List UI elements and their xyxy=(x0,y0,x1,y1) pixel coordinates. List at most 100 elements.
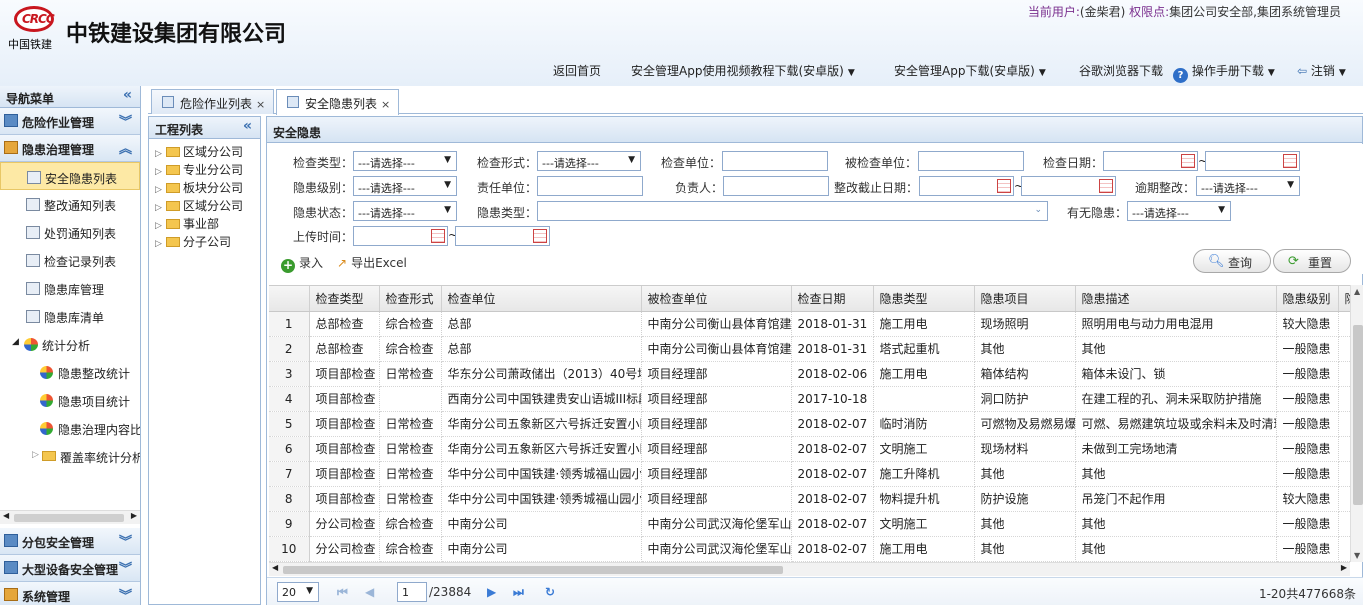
sidebar-hscrollbar[interactable]: ◀ ▶ xyxy=(0,510,140,524)
tab-hazard-list[interactable]: 安全隐患列表 × xyxy=(276,89,400,115)
col-header[interactable]: 隐 xyxy=(1338,286,1350,312)
reset-button[interactable]: ⟳ 重置 xyxy=(1273,249,1351,273)
page-size-select[interactable]: 20 ▼ xyxy=(277,582,319,602)
col-header[interactable]: 隐患描述 xyxy=(1075,286,1277,312)
nav-manual-menu[interactable]: ? 操作手册下载 ▼ xyxy=(1173,62,1275,83)
table-hscrollbar[interactable]: ◀ ▶ xyxy=(269,562,1350,576)
checked-unit-input[interactable] xyxy=(918,151,1024,171)
tree-title: 工程列表 xyxy=(155,123,204,137)
sidebar-item-rectify-notice[interactable]: 整改通知列表 xyxy=(0,190,140,218)
sidebar-item-rectify-stats[interactable]: 隐患整改统计 xyxy=(0,358,140,386)
col-header[interactable]: 检查日期 xyxy=(791,286,874,312)
refresh-icon[interactable]: ↻ xyxy=(545,585,555,599)
tree-node[interactable]: ▷ 区域分公司 xyxy=(149,143,260,161)
upload-time-from[interactable] xyxy=(353,226,448,246)
scroll-thumb[interactable] xyxy=(14,514,124,522)
sidebar-group-hazard[interactable]: 隐患治理管理 ︽ xyxy=(0,135,140,162)
nav-home-link[interactable]: 返回首页 xyxy=(553,62,601,79)
close-icon[interactable]: × xyxy=(381,98,390,111)
sidebar-group-danger-work[interactable]: 危险作业管理 ︾ xyxy=(0,108,140,135)
tree-node[interactable]: ▷ 区域分公司 xyxy=(149,197,260,215)
hazard-type-combo[interactable]: ⌄ xyxy=(537,201,1048,221)
deadline-to[interactable] xyxy=(1021,176,1116,196)
resp-unit-input[interactable] xyxy=(537,176,643,196)
last-page-icon[interactable]: ⏭ xyxy=(513,585,524,600)
table-row[interactable]: 6 项目部检查 日常检查 华南分公司五象新区六号拆迁安置小区 项目经理部 2018-02-… xyxy=(269,436,1350,462)
check-date-from[interactable] xyxy=(1103,151,1198,171)
table-cell: 华东分公司萧政储出（2013）40号地 xyxy=(441,361,642,387)
nav-logout-menu[interactable]: ⇦ 注销 ▼ xyxy=(1297,62,1346,79)
calendar-icon[interactable] xyxy=(1283,154,1297,168)
col-header[interactable]: 隐患项目 xyxy=(974,286,1076,312)
sidebar-item-stats[interactable]: ◢ 统计分析 xyxy=(0,330,140,358)
scroll-thumb[interactable] xyxy=(1353,325,1363,505)
next-page-icon[interactable]: ▶ xyxy=(487,585,496,599)
table-cell: 照明用电与动力用电混用 xyxy=(1075,311,1277,337)
collapse-icon[interactable]: « xyxy=(243,118,252,134)
tab-danger-work[interactable]: 危险作业列表 × xyxy=(151,89,275,114)
sidebar-group-subcontract[interactable]: 分包安全管理 ︾ xyxy=(0,528,140,555)
table-vscrollbar[interactable]: ▲ ▼ xyxy=(1350,285,1363,562)
table-row[interactable]: 8 项目部检查 日常检查 华中分公司中国铁建·领秀城福山园小区 项目经理部 2018-02… xyxy=(269,486,1350,512)
col-header[interactable]: 检查形式 xyxy=(379,286,442,312)
table-row[interactable]: 2 总部检查 综合检查 总部 中南分公司衡山县体育馆建 2018-01-31 塔式起重机 其他… xyxy=(269,336,1350,362)
calendar-icon[interactable] xyxy=(533,229,547,243)
level-select[interactable]: ---请选择--- ▼ xyxy=(353,176,457,196)
nav-video-menu[interactable]: 安全管理App使用视频教程下载(安卓版) ▼ xyxy=(631,62,855,79)
overdue-select[interactable]: ---请选择--- ▼ xyxy=(1196,176,1300,196)
check-type-select[interactable]: ---请选择--- ▼ xyxy=(353,151,457,171)
export-button[interactable]: ↗ 导出Excel xyxy=(337,254,407,271)
deadline-from[interactable] xyxy=(919,176,1014,196)
col-header[interactable]: 隐患级别 xyxy=(1276,286,1339,312)
sidebar-item-coverage[interactable]: ▷ 覆盖率统计分析 xyxy=(0,442,140,470)
query-button[interactable]: 🔍︎ 查询 xyxy=(1193,249,1271,273)
table-row[interactable]: 4 项目部检查 西南分公司中国铁建贵安山语城III标段 项目经理部 2017-10-18… xyxy=(269,386,1350,412)
tree-node[interactable]: ▷ 专业分公司 xyxy=(149,161,260,179)
status-select[interactable]: ---请选择--- ▼ xyxy=(353,201,457,221)
table-row[interactable]: 5 项目部检查 日常检查 华南分公司五象新区六号拆迁安置小区 项目经理部 2018-02-… xyxy=(269,411,1350,437)
sidebar-group-system[interactable]: 系统管理 ︾ xyxy=(0,582,140,605)
table-row[interactable]: 9 分公司检查 综合检查 中南分公司 中南分公司武汉海伦堡军山 2018-02-07 文明施… xyxy=(269,511,1350,537)
table-row[interactable]: 7 项目部检查 日常检查 华中分公司中国铁建·领秀城福山园小区 项目经理部 2018-02… xyxy=(269,461,1350,487)
row-number: 5 xyxy=(269,411,310,437)
tree-node[interactable]: ▷ 板块分公司 xyxy=(149,179,260,197)
sidebar-item-check-record[interactable]: 检查记录列表 xyxy=(0,246,140,274)
table-cell: 施工用电 xyxy=(873,361,975,387)
page-number-input[interactable]: 1 xyxy=(397,582,427,602)
collapse-icon[interactable]: « xyxy=(123,87,132,103)
nav-app-menu[interactable]: 安全管理App下载(安卓版) ▼ xyxy=(894,62,1046,79)
calendar-icon[interactable] xyxy=(1099,179,1113,193)
col-header[interactable]: 隐患类型 xyxy=(873,286,975,312)
col-header[interactable]: 被检查单位 xyxy=(641,286,792,312)
check-form-select[interactable]: ---请选择--- ▼ xyxy=(537,151,641,171)
add-button[interactable]: + 录入 xyxy=(281,254,323,273)
check-date-to[interactable] xyxy=(1205,151,1300,171)
calendar-icon[interactable] xyxy=(431,229,445,243)
has-hazard-select[interactable]: ---请选择--- ▼ xyxy=(1127,201,1231,221)
table-row[interactable]: 1 总部检查 综合检查 总部 中南分公司衡山县体育馆建 2018-01-31 施工用电 现场照… xyxy=(269,311,1350,337)
sidebar-item-penalty-notice[interactable]: 处罚通知列表 xyxy=(0,218,140,246)
close-icon[interactable]: × xyxy=(256,98,265,111)
sidebar-item-hazard-lib-list[interactable]: 隐患库清单 xyxy=(0,302,140,330)
first-page-icon[interactable]: ⏮ xyxy=(337,585,348,600)
calendar-icon[interactable] xyxy=(1181,154,1195,168)
sidebar-item-hazard-lib[interactable]: 隐患库管理 xyxy=(0,274,140,302)
check-unit-input[interactable] xyxy=(722,151,828,171)
upload-time-to[interactable] xyxy=(455,226,550,246)
table-row[interactable]: 3 项目部检查 日常检查 华东分公司萧政储出（2013）40号地 项目经理部 2018-0… xyxy=(269,361,1350,387)
prev-page-icon[interactable]: ◀ xyxy=(365,585,374,599)
tree-node[interactable]: ▷ 事业部 xyxy=(149,215,260,233)
scroll-thumb[interactable] xyxy=(283,566,783,574)
col-header[interactable]: 检查单位 xyxy=(441,286,642,312)
calendar-icon[interactable] xyxy=(997,179,1011,193)
table-row[interactable]: 10 分公司检查 综合检查 中南分公司 中南分公司武汉海伦堡军山 2018-02-07 施工… xyxy=(269,536,1350,562)
tree-node[interactable]: ▷ 分子公司 xyxy=(149,233,260,251)
col-header[interactable]: 检查类型 xyxy=(309,286,380,312)
item-label: 隐患项目统计 xyxy=(58,395,131,409)
sidebar-item-content-ratio[interactable]: 隐患治理内容比 xyxy=(0,414,140,442)
sidebar-item-project-stats[interactable]: 隐患项目统计 xyxy=(0,386,140,414)
nav-chrome-link[interactable]: 谷歌浏览器下载 xyxy=(1079,62,1163,79)
owner-input[interactable] xyxy=(723,176,829,196)
sidebar-group-equipment[interactable]: 大型设备安全管理 ︾ xyxy=(0,555,140,582)
sidebar-item-hazard-list[interactable]: 安全隐患列表 xyxy=(0,162,140,190)
